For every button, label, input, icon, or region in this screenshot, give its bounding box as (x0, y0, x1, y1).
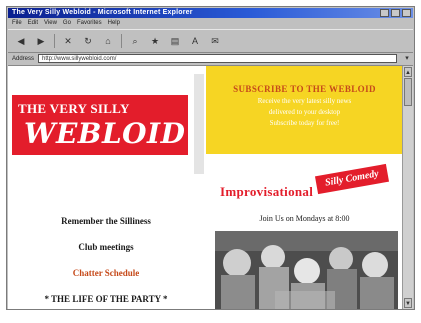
group-photo-image (215, 231, 398, 309)
toolbar-separator (54, 34, 55, 48)
address-input[interactable]: http://www.sillywebloid.com/ (38, 54, 397, 63)
menu-go[interactable]: Go (63, 19, 71, 28)
maximize-button[interactable] (391, 9, 400, 17)
nav-link[interactable]: Chatter Schedule (8, 268, 204, 278)
scroll-up-icon[interactable]: ▲ (404, 67, 412, 77)
close-button[interactable] (402, 9, 411, 17)
mail-icon[interactable]: ✉ (208, 34, 222, 48)
address-dropdown-icon[interactable]: ▾ (401, 54, 413, 63)
menu-edit[interactable]: Edit (28, 19, 38, 28)
menu-file[interactable]: File (12, 19, 22, 28)
nav-links: Remember the Silliness Club meetings Cha… (8, 216, 204, 309)
window-title: The Very Silly Webloid - Microsoft Inter… (12, 9, 193, 16)
search-icon[interactable]: ⌕ (128, 34, 142, 48)
promo-stamp: Silly Comedy (314, 163, 390, 195)
page-viewport: THE VERY SILLY WEBLOID Remember the Sill… (8, 66, 403, 309)
banner-line: delivered to your desktop (268, 108, 341, 116)
minimize-button[interactable] (380, 9, 389, 17)
toolbar: ◀ ▶ ✕ ↻ ⌂ ⌕ ★ ▤ A ✉ (8, 29, 413, 53)
address-bar: Address http://www.sillywebloid.com/ ▾ (8, 52, 413, 66)
forward-icon[interactable]: ▶ (34, 34, 48, 48)
left-column: THE VERY SILLY WEBLOID Remember the Sill… (8, 66, 204, 309)
group-photo (215, 231, 398, 309)
refresh-icon[interactable]: ↻ (81, 34, 95, 48)
subscribe-banner[interactable]: SUBSCRIBE TO THE WEBLOID Receive the ver… (206, 66, 403, 154)
logo-title: WEBLOID (24, 117, 186, 150)
banner-line: Subscribe today for free! (269, 119, 340, 127)
logo-tagline: THE VERY SILLY (18, 101, 130, 116)
banner-text: SUBSCRIBE TO THE WEBLOID Receive the ver… (206, 84, 403, 127)
menu-help[interactable]: Help (108, 19, 120, 28)
favorites-icon[interactable]: ★ (148, 34, 162, 48)
promo-subtitle: Join Us on Mondays at 8:00 (259, 214, 350, 223)
nav-link[interactable]: Remember the Silliness (8, 216, 204, 226)
menu-favorites[interactable]: Favorites (77, 19, 102, 28)
banner-line: Receive the very latest silly news (257, 97, 352, 105)
home-icon[interactable]: ⌂ (101, 34, 115, 48)
address-label: Address (12, 55, 35, 62)
banner-heading: SUBSCRIBE TO THE WEBLOID (233, 84, 376, 94)
browser-window: The Very Silly Webloid - Microsoft Inter… (6, 6, 415, 310)
toolbar-separator (121, 34, 122, 48)
nav-link[interactable]: Club meetings (8, 242, 204, 252)
comedy-promo[interactable]: Improvisational Silly Comedy Join Us on … (206, 154, 403, 226)
scroll-down-icon[interactable]: ▼ (404, 298, 412, 308)
menu-view[interactable]: View (44, 19, 57, 28)
title-bar: The Very Silly Webloid - Microsoft Inter… (8, 8, 413, 18)
scroll-thumb[interactable] (404, 78, 412, 106)
back-icon[interactable]: ◀ (14, 34, 28, 48)
vertical-scrollbar[interactable]: ▲ ▼ (402, 66, 413, 309)
print-icon[interactable]: ▤ (168, 34, 182, 48)
promo-title: Improvisational (220, 184, 314, 199)
nav-link[interactable]: * THE LIFE OF THE PARTY * (8, 294, 204, 304)
side-strip (194, 74, 204, 174)
menu-bar: File Edit View Go Favorites Help (8, 19, 413, 28)
window-controls (380, 9, 411, 17)
webloid-logo[interactable]: THE VERY SILLY WEBLOID (12, 95, 188, 155)
font-icon[interactable]: A (188, 34, 202, 48)
stop-icon[interactable]: ✕ (61, 34, 75, 48)
